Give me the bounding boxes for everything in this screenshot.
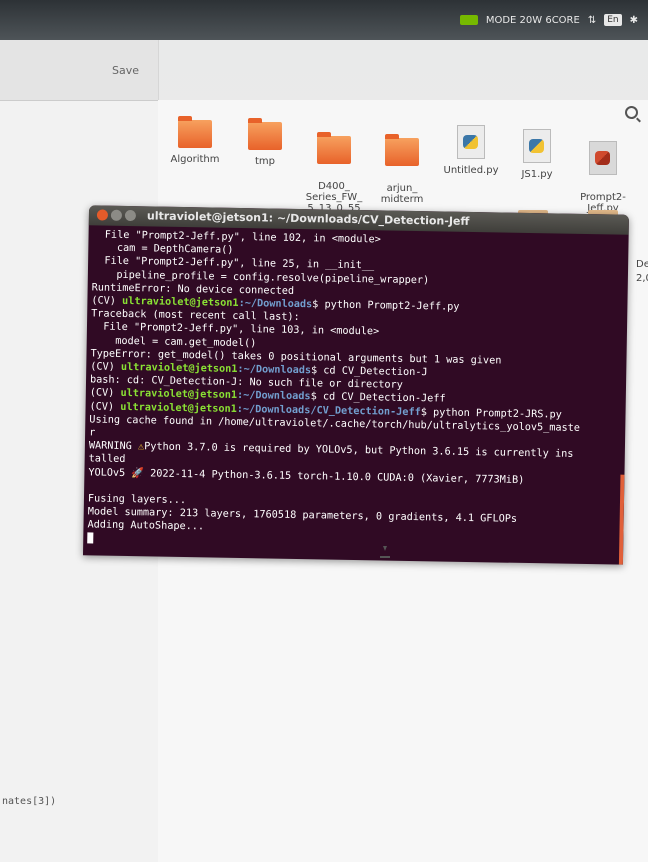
prompt-command: $ python Prompt2-JRS.py xyxy=(420,406,562,421)
file-label: Algorithm xyxy=(170,154,220,165)
output-line: cam = DepthCamera() xyxy=(92,242,234,257)
terminal-window[interactable]: ultraviolet@jetson1: ~/Downloads/CV_Dete… xyxy=(82,205,630,565)
search-icon[interactable] xyxy=(625,106,638,119)
prompt-env: (CV) xyxy=(91,295,123,307)
output-line: Adding AutoShape... xyxy=(87,519,205,533)
output-line: WARNING xyxy=(88,440,139,453)
output-line: r xyxy=(89,427,96,439)
code-fragment: nates[3]) xyxy=(2,796,57,807)
output-line: talled xyxy=(88,453,126,466)
file-item[interactable]: Algorithm xyxy=(160,116,230,165)
folder-icon xyxy=(248,118,282,150)
maximize-icon[interactable] xyxy=(124,209,137,222)
file-item[interactable]: JS1.py xyxy=(502,129,572,180)
file-label: JS1.py xyxy=(521,169,553,180)
prompt-user: ultraviolet@jetson1 xyxy=(120,388,238,402)
prompt-command: $ cd CV_Detection-Jeff xyxy=(310,391,446,406)
language-indicator[interactable]: En xyxy=(604,14,622,26)
file-item[interactable]: arjun_ midterm xyxy=(367,127,437,216)
prompt-path: :~/Downloads xyxy=(237,363,312,377)
close-icon[interactable] xyxy=(96,209,109,221)
terminal-cursor xyxy=(87,532,94,544)
file-item[interactable]: tmp xyxy=(230,118,300,167)
top-panel: MODE 20W 6CORE ⇅ En ✱ xyxy=(0,0,648,40)
output-line: Python 3.7.0 is required by YOLOv5, but … xyxy=(144,441,574,461)
editor-header: Save xyxy=(0,40,158,101)
prompt-user: ultraviolet@jetson1 xyxy=(121,295,239,309)
python-file-icon xyxy=(457,125,485,159)
save-button[interactable]: Save xyxy=(112,64,139,77)
prompt-path: :~/Downloads xyxy=(236,390,311,403)
prompt-env: (CV) xyxy=(90,361,122,373)
file-label: arjun_ midterm xyxy=(380,183,424,205)
prompt-env: (CV) xyxy=(89,387,121,400)
python-file-icon xyxy=(589,141,617,175)
file-label: Untitled.py xyxy=(443,165,499,176)
python-file-icon xyxy=(523,129,551,163)
network-icon[interactable]: ⇅ xyxy=(588,15,596,26)
prompt-command: $ python Prompt2-Jeff.py xyxy=(312,299,460,313)
output-line: YOLOv5 🚀 2022-11-4 Python-3.6.15 torch-1… xyxy=(88,467,525,486)
output-line: RuntimeError: No device connected xyxy=(91,282,295,297)
prompt-user: ultraviolet@jetson1 xyxy=(120,401,237,415)
minimize-icon[interactable] xyxy=(110,209,123,221)
prompt-path: :~/Downloads xyxy=(238,297,313,311)
prompt-user: ultraviolet@jetson1 xyxy=(120,361,238,375)
file-label: tmp xyxy=(254,156,275,167)
bluetooth-icon[interactable]: ✱ xyxy=(630,15,638,26)
nvidia-icon[interactable] xyxy=(459,15,478,25)
prompt-path: :~/Downloads/CV_Detection-Jeff xyxy=(236,403,421,418)
partial-label: De 2,0 xyxy=(636,259,648,284)
prompt-command: $ cd CV_Detection-J xyxy=(310,365,428,379)
folder-icon xyxy=(317,132,351,164)
prompt-env: (CV) xyxy=(89,400,121,413)
power-mode-label[interactable]: MODE 20W 6CORE xyxy=(486,15,580,26)
output-line: Fusing layers... xyxy=(87,493,187,507)
status-area: MODE 20W 6CORE ⇅ En ✱ xyxy=(459,14,638,26)
folder-icon xyxy=(385,134,419,166)
folder-icon xyxy=(178,116,212,148)
file-item[interactable]: Untitled.py xyxy=(436,125,506,176)
terminal-output[interactable]: File "Prompt2-Jeff.py", line 102, in <mo… xyxy=(83,225,629,557)
terminal-title: ultraviolet@jetson1: ~/Downloads/CV_Dete… xyxy=(146,209,470,228)
download-icon[interactable] xyxy=(380,546,390,558)
output-line: model = cam.get_model() xyxy=(90,334,257,349)
